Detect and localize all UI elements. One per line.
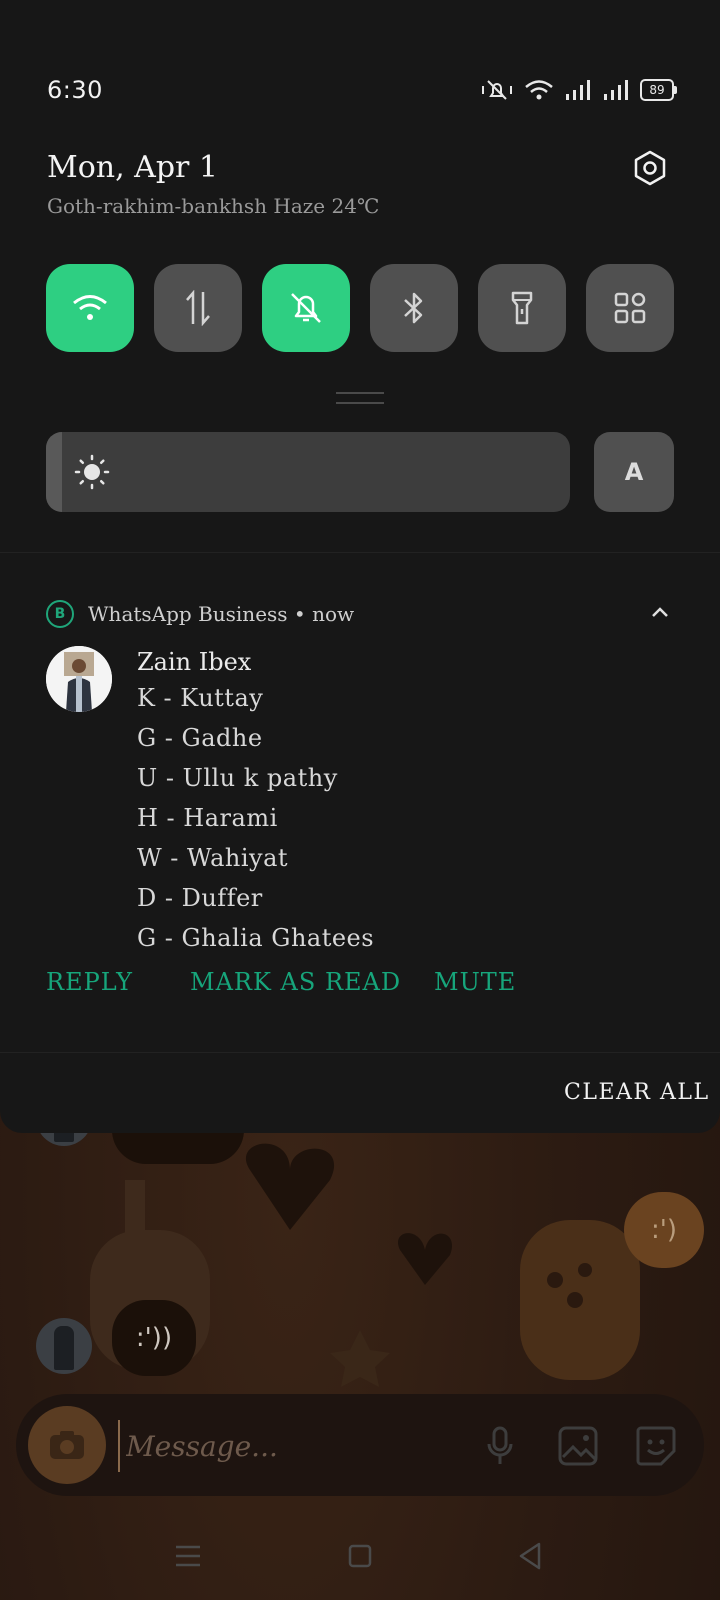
auto-brightness-button[interactable]: A xyxy=(594,432,674,512)
status-time: 6:30 xyxy=(47,76,103,104)
message-line: W - Wahiyat xyxy=(137,844,289,872)
vibrate-silent-icon xyxy=(482,80,512,100)
message-line: U - Ullu k pathy xyxy=(137,764,338,792)
chat-avatar[interactable] xyxy=(36,1318,92,1374)
flashlight-icon xyxy=(511,291,533,325)
sticker-icon xyxy=(636,1426,676,1466)
avatar-photo xyxy=(46,646,112,712)
camera-icon xyxy=(50,1431,84,1459)
notification-header: B WhatsApp Business • now xyxy=(46,600,354,628)
settings-button[interactable] xyxy=(628,146,672,190)
camera-button[interactable] xyxy=(28,1406,106,1484)
gallery-button[interactable] xyxy=(556,1424,600,1468)
sun-icon xyxy=(74,454,110,490)
chat-bubble-sent: :') xyxy=(624,1192,704,1268)
mark-as-read-button[interactable]: MARK AS READ xyxy=(190,968,401,996)
message-body: K - Kuttay G - Gadhe U - Ullu k pathy H … xyxy=(137,678,374,958)
divider xyxy=(0,552,720,553)
tile-silent[interactable] xyxy=(262,264,350,352)
tile-wifi[interactable] xyxy=(46,264,134,352)
gear-icon xyxy=(634,150,666,186)
clear-all-button[interactable]: CLEAR ALL xyxy=(564,1080,710,1105)
system-nav-bar xyxy=(0,1510,720,1600)
signal-icon-2 xyxy=(604,80,628,100)
mic-icon xyxy=(487,1426,513,1464)
panel-drag-handle[interactable] xyxy=(336,392,384,404)
brightness-slider[interactable] xyxy=(46,432,570,512)
wifi-icon xyxy=(73,295,107,320)
back-button[interactable] xyxy=(508,1534,552,1578)
status-icons: 89 xyxy=(480,78,677,102)
sender-name: Zain Ibex xyxy=(137,648,252,676)
mic-button[interactable] xyxy=(478,1424,522,1468)
collapse-notification-button[interactable] xyxy=(648,600,672,624)
back-triangle-icon xyxy=(519,1542,541,1570)
reply-button[interactable]: REPLY xyxy=(46,968,133,996)
message-line: G - Ghalia Ghatees xyxy=(137,924,375,952)
tile-more[interactable] xyxy=(586,264,674,352)
message-line: H - Harami xyxy=(137,804,278,832)
message-line: G - Gadhe xyxy=(137,724,263,752)
panel-weather: Goth-rakhim-bankhsh Haze 24℃ xyxy=(47,194,380,218)
message-composer xyxy=(16,1394,704,1496)
square-icon xyxy=(348,1544,372,1568)
message-input[interactable] xyxy=(118,1420,458,1472)
chat-bubble: :')) xyxy=(112,1300,196,1376)
mute-button[interactable]: MUTE xyxy=(434,968,516,996)
image-icon xyxy=(558,1426,598,1466)
sender-avatar xyxy=(46,646,112,712)
wallpaper-doodles xyxy=(90,1143,640,1387)
brightness-fill xyxy=(46,432,62,512)
battery-indicator: 89 xyxy=(640,79,677,101)
mobile-data-icon xyxy=(186,290,210,326)
recents-button[interactable] xyxy=(166,1534,210,1578)
panel-date: Mon, Apr 1 xyxy=(47,150,219,185)
menu-icon xyxy=(176,1545,200,1567)
whatsapp-business-icon: B xyxy=(46,600,74,628)
tile-bluetooth[interactable] xyxy=(370,264,458,352)
more-tiles-icon xyxy=(614,292,646,324)
divider xyxy=(0,1052,720,1053)
quick-settings-tiles xyxy=(46,264,674,352)
notification-shade: 6:30 89 Mon, Apr 1 Goth-rakhim-bankhsh H… xyxy=(0,0,720,1133)
tile-mobile-data[interactable] xyxy=(154,264,242,352)
message-line: K - Kuttay xyxy=(137,684,264,712)
message-line: D - Duffer xyxy=(137,884,263,912)
bluetooth-icon xyxy=(404,292,423,324)
wifi-status-icon xyxy=(525,80,553,100)
sticker-button[interactable] xyxy=(634,1424,678,1468)
chevron-up-icon xyxy=(652,607,668,617)
notification-app-line: WhatsApp Business • now xyxy=(88,602,355,626)
tile-flashlight[interactable] xyxy=(478,264,566,352)
signal-icon xyxy=(566,80,590,100)
home-button[interactable] xyxy=(338,1534,382,1578)
silent-bell-icon xyxy=(291,293,321,323)
